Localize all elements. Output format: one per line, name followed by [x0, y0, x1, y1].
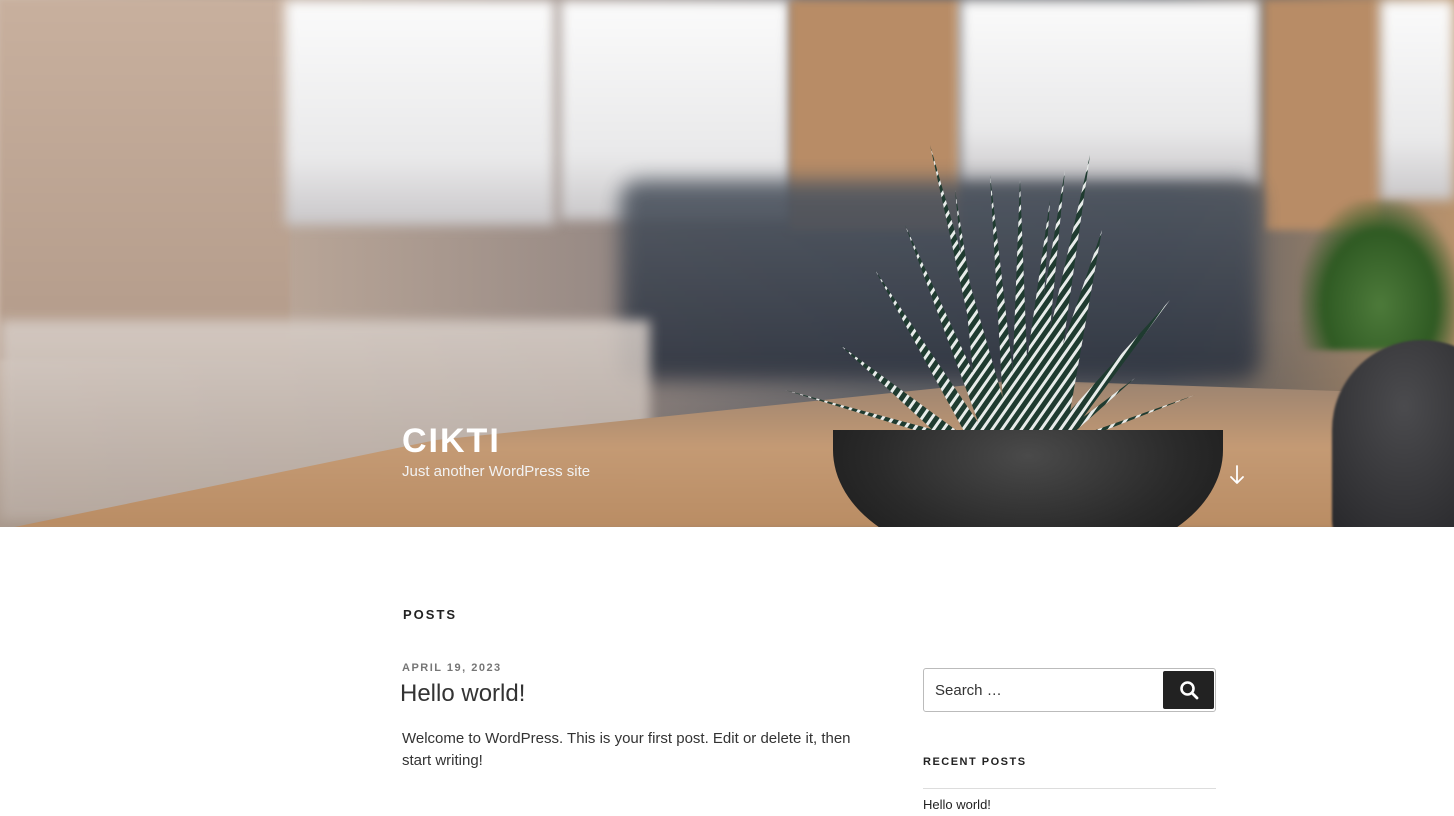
- page-title: POSTS: [403, 607, 458, 622]
- recent-posts-list: Hello world!: [923, 788, 1216, 812]
- site-content: POSTS APRIL 19, 2023 Hello world! Welcom…: [0, 527, 1454, 816]
- sidebar: RECENT POSTS Hello world!: [923, 668, 1216, 812]
- post-title[interactable]: Hello world!: [400, 680, 862, 708]
- succulent-plant-image: [785, 145, 1195, 446]
- list-item: Hello world!: [923, 789, 1216, 812]
- search-button[interactable]: [1163, 671, 1214, 709]
- site-header: CIKTI Just another WordPress site: [0, 0, 1454, 527]
- arrow-down-icon[interactable]: [1225, 462, 1249, 488]
- post-excerpt: Welcome to WordPress. This is your first…: [402, 730, 851, 769]
- search-form: [923, 668, 1216, 712]
- recent-post-link[interactable]: Hello world!: [923, 797, 991, 812]
- site-description: Just another WordPress site: [402, 463, 591, 480]
- recent-posts-title: RECENT POSTS: [923, 756, 1027, 768]
- header-image-background: [0, 0, 290, 360]
- site-branding: CIKTI Just another WordPress site: [402, 423, 590, 480]
- post-article: APRIL 19, 2023 Hello world! Welcome to W…: [400, 662, 862, 772]
- search-icon: [1179, 681, 1198, 700]
- site-title[interactable]: CIKTI: [402, 423, 590, 459]
- post-date[interactable]: APRIL 19, 2023: [402, 662, 862, 674]
- plant-pot: [833, 430, 1223, 527]
- search-input[interactable]: [924, 669, 1164, 711]
